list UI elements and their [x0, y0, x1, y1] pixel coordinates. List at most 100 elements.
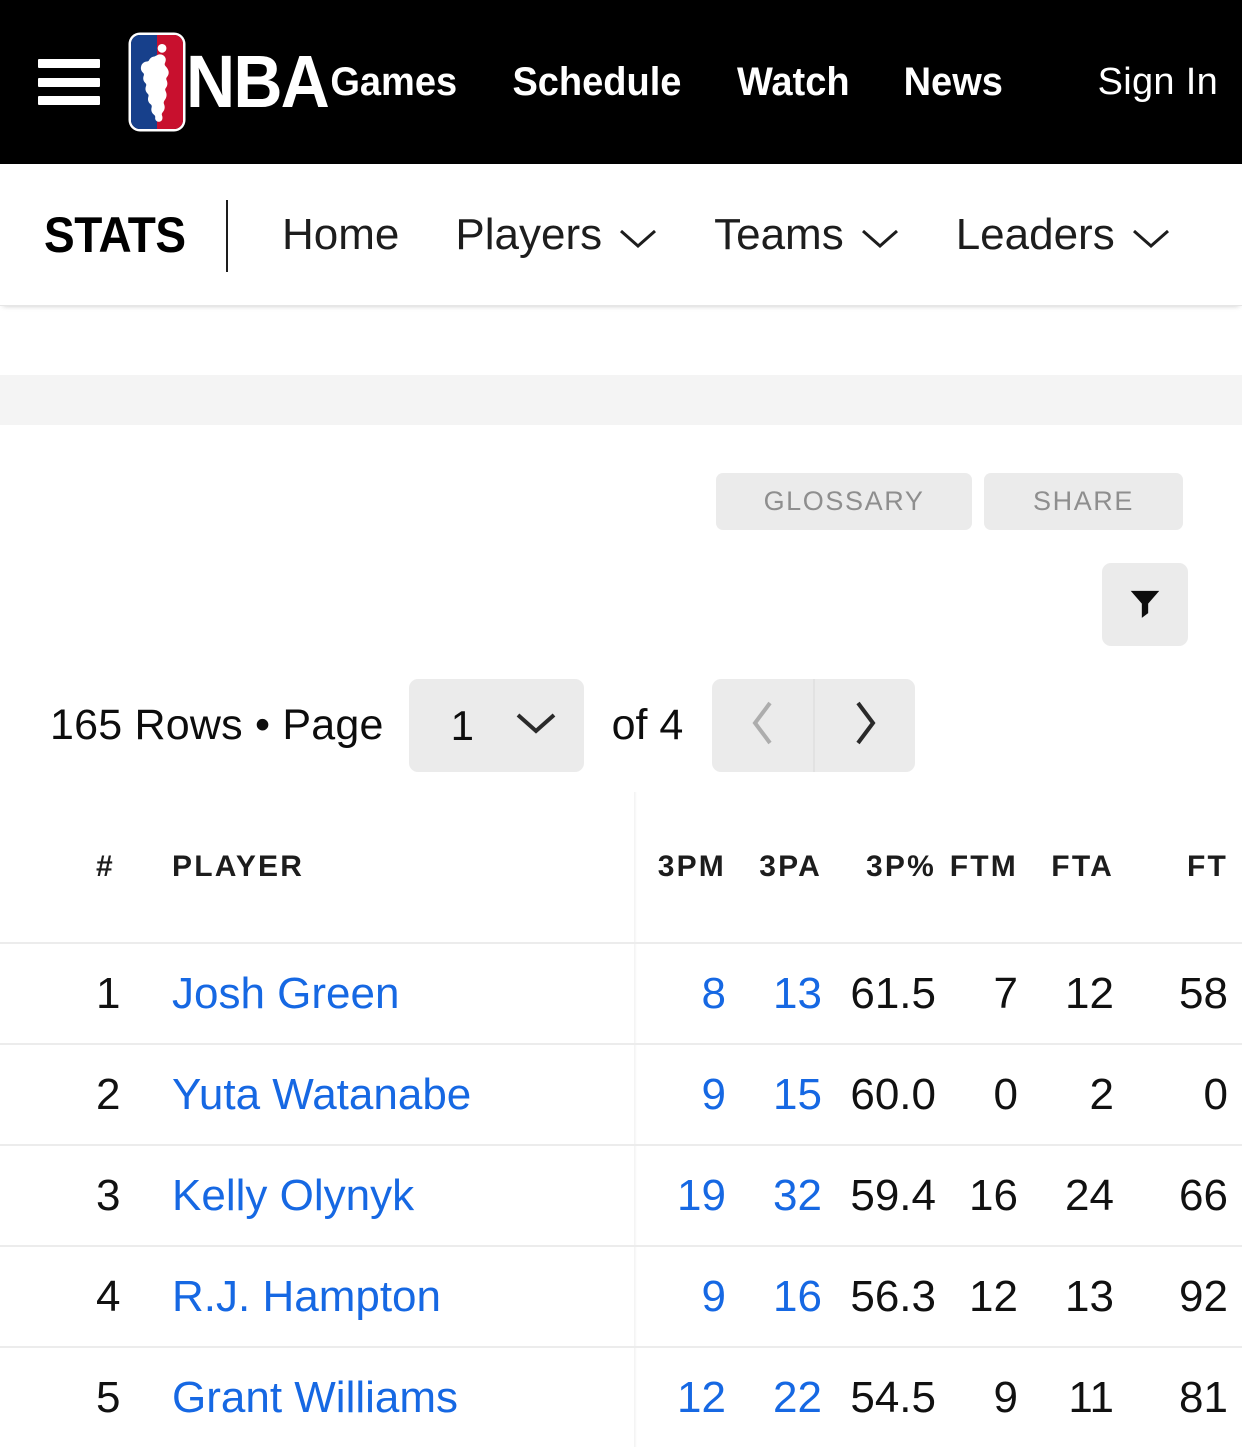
cell-player-name[interactable]: Kelly Olynyk [172, 1171, 414, 1221]
nba-logo-mark [131, 35, 183, 129]
global-nav-bar: NBA Games Schedule Watch News Sign In [0, 0, 1242, 164]
cell-ft-pct: 0 [1203, 1069, 1228, 1119]
table-row[interactable]: 3 Kelly Olynyk 19 32 59.4 16 24 66 [0, 1144, 1242, 1245]
cell-fta: 24 [1065, 1170, 1114, 1220]
cell-ftm: 16 [969, 1170, 1018, 1220]
nba-logo-text: NBA [186, 39, 330, 123]
cell-ftm: 0 [993, 1069, 1018, 1119]
cell-ftm: 12 [969, 1271, 1018, 1321]
cell-3pm[interactable]: 12 [677, 1373, 726, 1423]
cell-player-name[interactable]: Josh Green [172, 969, 399, 1019]
rows-count-label: 165 Rows • Page [50, 701, 384, 749]
chevron-left-icon [750, 700, 776, 751]
cell-player-name[interactable]: R.J. Hampton [172, 1272, 441, 1322]
hamburger-bar [38, 77, 100, 87]
chevron-down-icon [514, 710, 558, 741]
cell-fta: 13 [1065, 1271, 1114, 1321]
share-button[interactable]: SHARE [984, 473, 1183, 530]
cell-ftm: 9 [993, 1372, 1018, 1422]
filter-funnel-icon [1126, 583, 1164, 626]
hamburger-icon[interactable] [38, 51, 100, 113]
cell-3pm[interactable]: 9 [702, 1070, 726, 1120]
subnav-item-players[interactable]: Players [455, 208, 658, 262]
cell-ft-pct: 66 [1179, 1170, 1228, 1220]
nav-item-schedule[interactable]: Schedule [513, 60, 682, 105]
subnav-item-home[interactable]: Home [282, 210, 399, 260]
cell-3pm[interactable]: 9 [702, 1272, 726, 1322]
subnav-divider [226, 200, 228, 272]
cell-player-name[interactable]: Yuta Watanabe [172, 1070, 471, 1120]
table-header-row: # PLAYER 3PM 3PA 3P% FTM FTA FT [0, 792, 1242, 942]
subnav-item-label: Players [455, 209, 603, 259]
cell-ft-pct: 58 [1179, 968, 1228, 1018]
cell-ftm: 7 [993, 968, 1018, 1018]
cell-3pa[interactable]: 32 [773, 1171, 822, 1221]
cell-rank: 5 [96, 1372, 121, 1422]
chevron-down-icon [1131, 212, 1171, 262]
subnav-item-label: Home [282, 209, 400, 259]
column-header-fta[interactable]: FTA [1051, 850, 1114, 884]
subnav-item-leaders[interactable]: Leaders [956, 208, 1171, 262]
frozen-column-divider [634, 792, 637, 942]
table-row[interactable]: 4 R.J. Hampton 9 16 56.3 12 13 92 [0, 1245, 1242, 1346]
pagination-bar: 165 Rows • Page 1 of 4 [50, 679, 916, 772]
cell-3pm[interactable]: 19 [677, 1171, 726, 1221]
glossary-button[interactable]: GLOSSARY [716, 473, 972, 530]
subnav-item-label: Leaders [955, 209, 1115, 259]
sign-in-button[interactable]: Sign In [1098, 0, 1218, 164]
cell-ft-pct: 81 [1179, 1372, 1228, 1422]
cell-fta: 12 [1065, 968, 1114, 1018]
cell-3pa[interactable]: 22 [773, 1373, 822, 1423]
cell-rank: 3 [96, 1170, 121, 1220]
chevron-down-icon [618, 212, 658, 262]
subnav-item-label: Teams [714, 209, 844, 259]
table-row[interactable]: 2 Yuta Watanabe 9 15 60.0 0 2 0 [0, 1043, 1242, 1144]
cell-player-name[interactable]: Grant Williams [172, 1373, 458, 1423]
previous-page-button[interactable] [712, 679, 813, 772]
cell-3pa[interactable]: 16 [773, 1272, 822, 1322]
hamburger-bar [38, 96, 100, 105]
cell-3pa[interactable]: 15 [773, 1070, 822, 1120]
frozen-column-divider [634, 1146, 637, 1245]
nba-logo[interactable]: NBA [131, 34, 340, 130]
column-header-ftm[interactable]: FTM [950, 850, 1018, 884]
column-header-3pa[interactable]: 3PA [759, 850, 822, 884]
cell-rank: 4 [96, 1271, 121, 1321]
frozen-column-divider [634, 1247, 637, 1346]
cell-3p-pct: 56.3 [850, 1271, 936, 1321]
cell-fta: 11 [1068, 1372, 1114, 1422]
frozen-column-divider [634, 944, 637, 1043]
nav-item-games[interactable]: Games [330, 60, 457, 105]
cell-3p-pct: 54.5 [850, 1372, 936, 1422]
table-row[interactable]: 1 Josh Green 8 13 61.5 7 12 58 [0, 942, 1242, 1043]
cell-3p-pct: 61.5 [850, 968, 936, 1018]
column-header-ft-pct[interactable]: FT [1187, 850, 1228, 884]
cell-3p-pct: 60.0 [850, 1069, 936, 1119]
cell-3p-pct: 59.4 [850, 1170, 936, 1220]
content-spacer-band [0, 375, 1242, 425]
filter-button[interactable] [1102, 563, 1188, 646]
cell-3pm[interactable]: 8 [702, 969, 726, 1019]
stats-table: # PLAYER 3PM 3PA 3P% FTM FTA FT 1 Josh G… [0, 792, 1242, 1447]
page-select-value: 1 [450, 701, 474, 749]
page-select-dropdown[interactable]: 1 [408, 679, 584, 772]
hamburger-bar [38, 59, 100, 68]
column-header-rank[interactable]: # [96, 850, 152, 884]
table-row[interactable]: 5 Grant Williams 12 22 54.5 9 11 81 [0, 1346, 1242, 1447]
stats-wordmark[interactable]: STATS [44, 206, 186, 264]
cell-ft-pct: 92 [1179, 1271, 1228, 1321]
cell-rank: 2 [96, 1069, 121, 1119]
chevron-down-icon [860, 212, 900, 262]
next-page-button[interactable] [812, 679, 916, 772]
column-header-3pm[interactable]: 3PM [658, 850, 726, 884]
subnav-item-teams[interactable]: Teams [714, 208, 900, 262]
nav-item-watch[interactable]: Watch [737, 60, 850, 105]
nav-item-news[interactable]: News [903, 60, 1002, 105]
cell-rank: 1 [96, 968, 121, 1018]
page-total-label: of 4 [611, 701, 684, 749]
cell-3pa[interactable]: 13 [773, 969, 822, 1019]
column-header-3p-pct[interactable]: 3P% [866, 850, 936, 884]
chevron-right-icon [852, 700, 878, 751]
column-header-player[interactable]: PLAYER [172, 850, 304, 884]
cell-fta: 2 [1089, 1069, 1114, 1119]
